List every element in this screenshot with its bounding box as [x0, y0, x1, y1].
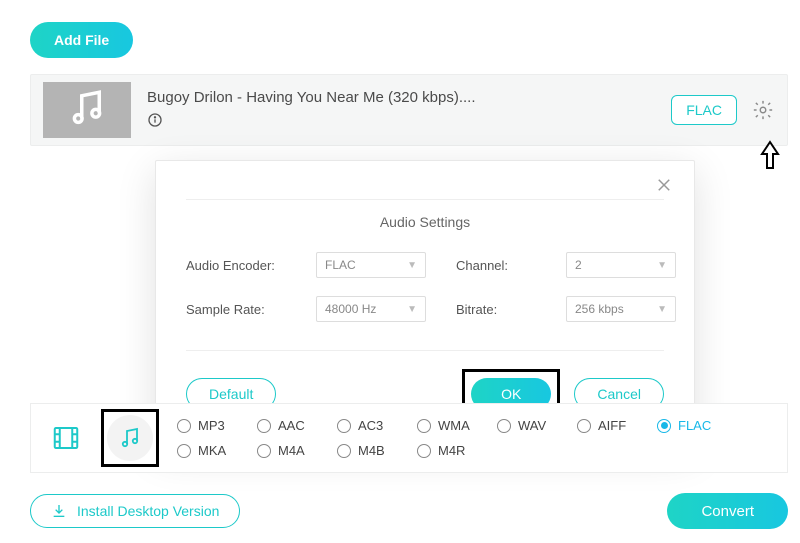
- chevron-down-icon: ▼: [407, 304, 417, 315]
- radio-icon: [577, 419, 591, 433]
- radio-icon: [177, 444, 191, 458]
- radio-icon: [177, 419, 191, 433]
- music-note-icon: [66, 87, 108, 134]
- format-label: AAC: [278, 418, 305, 433]
- install-desktop-button[interactable]: Install Desktop Version: [30, 494, 240, 528]
- format-options: MP3 AAC AC3 WMA WAV AIFF FLAC MKA M4A M4B M4R: [177, 418, 737, 458]
- value-audio-encoder: FLAC: [325, 258, 356, 272]
- label-bitrate: Bitrate:: [456, 302, 536, 317]
- value-bitrate: 256 kbps: [575, 302, 624, 316]
- radio-icon: [337, 444, 351, 458]
- radio-icon: [257, 444, 271, 458]
- file-thumbnail: [43, 82, 131, 138]
- format-label: WAV: [518, 418, 546, 433]
- select-bitrate[interactable]: 256 kbps ▼: [566, 296, 676, 322]
- format-label: AIFF: [598, 418, 626, 433]
- format-option-m4a[interactable]: M4A: [257, 443, 337, 458]
- format-option-aiff[interactable]: AIFF: [577, 418, 657, 433]
- file-title: Bugoy Drilon - Having You Near Me (320 k…: [147, 89, 671, 106]
- video-tab-icon[interactable]: [43, 415, 89, 461]
- radio-icon: [657, 419, 671, 433]
- label-channel: Channel:: [456, 258, 536, 273]
- value-sample-rate: 48000 Hz: [325, 302, 376, 316]
- file-row: Bugoy Drilon - Having You Near Me (320 k…: [30, 74, 788, 146]
- close-icon[interactable]: [652, 173, 676, 197]
- format-option-m4r[interactable]: M4R: [417, 443, 497, 458]
- format-label: M4A: [278, 443, 305, 458]
- format-label: MKA: [198, 443, 226, 458]
- select-channel[interactable]: 2▼: [566, 252, 676, 278]
- gear-icon[interactable]: [751, 98, 775, 122]
- add-file-button[interactable]: Add File: [30, 22, 133, 58]
- format-label: M4R: [438, 443, 465, 458]
- radio-icon: [257, 419, 271, 433]
- annotation-highlight-audio-tab: [101, 409, 159, 467]
- format-option-wav[interactable]: WAV: [497, 418, 577, 433]
- format-label: FLAC: [678, 418, 711, 433]
- format-label: WMA: [438, 418, 470, 433]
- chevron-down-icon: ▼: [407, 260, 417, 271]
- radio-icon: [417, 419, 431, 433]
- label-audio-encoder: Audio Encoder:: [186, 258, 286, 273]
- convert-button[interactable]: Convert: [667, 493, 788, 529]
- chevron-down-icon: ▼: [657, 304, 667, 315]
- format-label: MP3: [198, 418, 225, 433]
- install-desktop-label: Install Desktop Version: [77, 503, 219, 519]
- file-info: Bugoy Drilon - Having You Near Me (320 k…: [147, 89, 671, 131]
- format-label: M4B: [358, 443, 385, 458]
- audio-tab-icon[interactable]: [107, 415, 153, 461]
- annotation-arrow-icon: [758, 140, 782, 175]
- format-option-flac[interactable]: FLAC: [657, 418, 737, 433]
- output-format-badge[interactable]: FLAC: [671, 95, 737, 125]
- format-option-m4b[interactable]: M4B: [337, 443, 417, 458]
- info-icon[interactable]: [147, 112, 671, 131]
- format-label: AC3: [358, 418, 383, 433]
- radio-icon: [337, 419, 351, 433]
- format-option-mp3[interactable]: MP3: [177, 418, 257, 433]
- radio-icon: [497, 419, 511, 433]
- format-bar: MP3 AAC AC3 WMA WAV AIFF FLAC MKA M4A M4B M4R: [30, 403, 788, 473]
- bottom-bar: Install Desktop Version Convert: [30, 493, 788, 529]
- select-audio-encoder[interactable]: FLAC ▼: [316, 252, 426, 278]
- select-sample-rate[interactable]: 48000 Hz ▼: [316, 296, 426, 322]
- format-option-ac3[interactable]: AC3: [337, 418, 417, 433]
- chevron-down-icon: ▼: [657, 260, 667, 271]
- download-icon: [51, 503, 67, 519]
- label-sample-rate: Sample Rate:: [186, 302, 286, 317]
- value-channel: 2: [575, 258, 582, 272]
- format-option-wma[interactable]: WMA: [417, 418, 497, 433]
- divider: [186, 350, 664, 351]
- format-option-mka[interactable]: MKA: [177, 443, 257, 458]
- radio-icon: [417, 444, 431, 458]
- format-option-aac[interactable]: AAC: [257, 418, 337, 433]
- modal-title: Audio Settings: [186, 199, 664, 230]
